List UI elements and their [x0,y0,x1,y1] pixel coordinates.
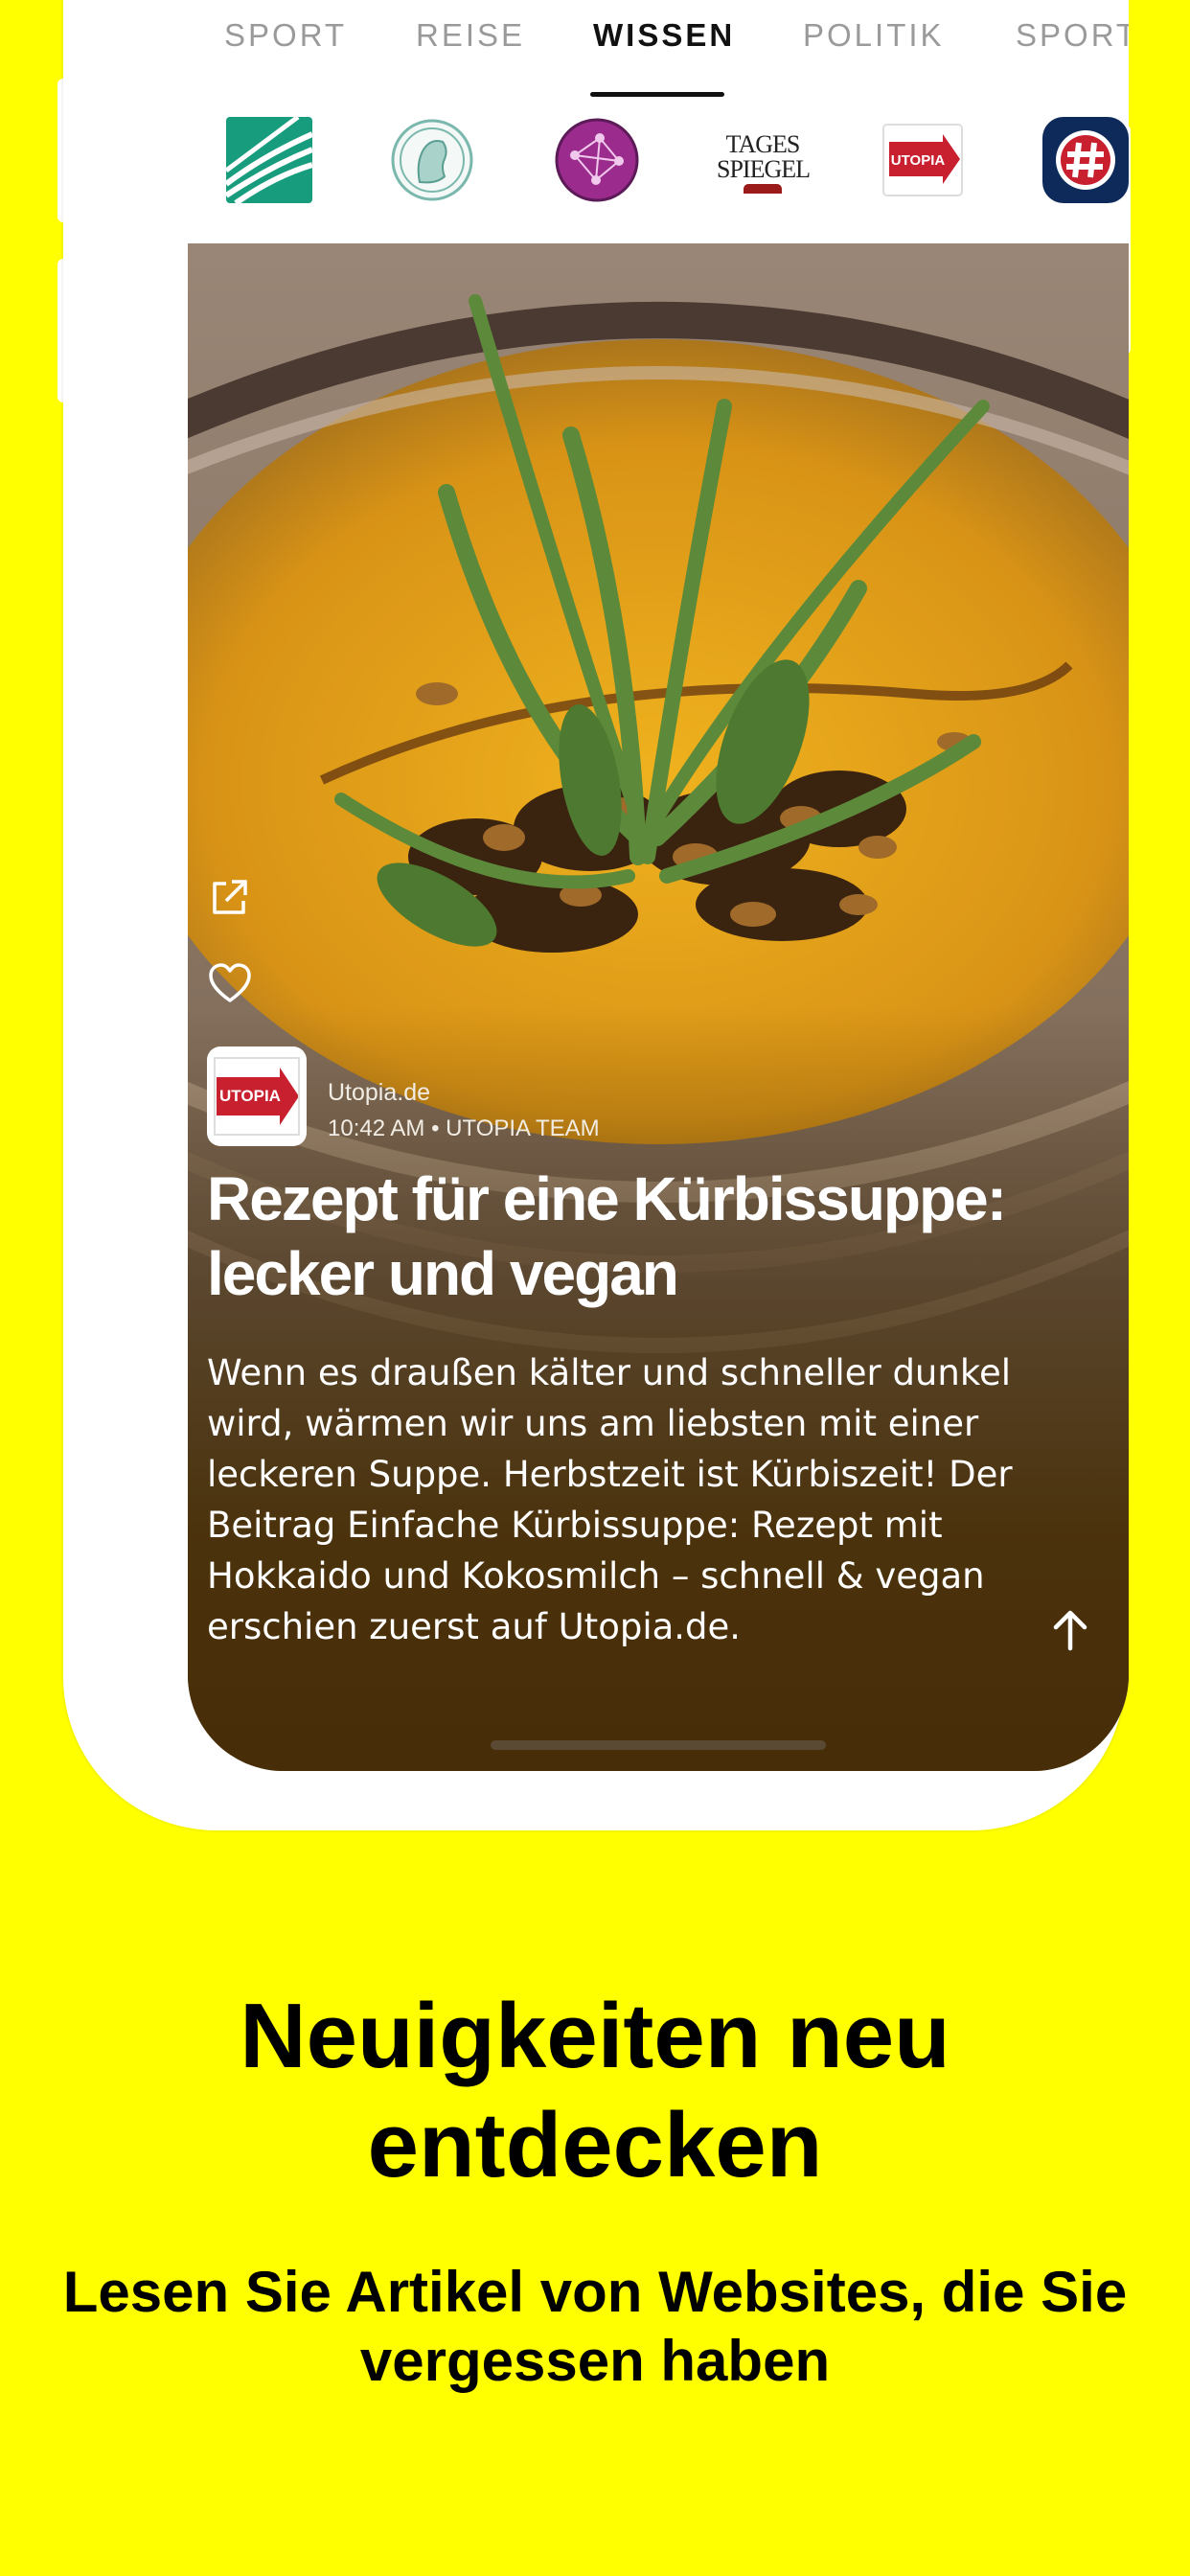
tagesspiegel-logo[interactable]: TAGES SPIEGEL [717,117,811,203]
svg-text:UTOPIA: UTOPIA [891,152,946,169]
source-logo-row: TAGES SPIEGEL UTOPIA [188,113,1129,209]
app-screen: SPORT REISE WISSEN POLITIK SPORT TAGES S… [188,0,1129,1771]
tab-sport[interactable]: SPORT [224,17,347,54]
publisher-logo-text: UTOPIA [219,1087,281,1105]
publisher-logo[interactable]: UTOPIA [207,1046,307,1146]
promo-title: Neuigkeiten neu entdecken [240,1985,950,2196]
tab-politik[interactable]: POLITIK [803,17,945,54]
tab-reise[interactable]: REISE [416,17,525,54]
hashtag-logo-icon[interactable] [1042,117,1129,203]
article-card[interactable]: UTOPIA Utopia.de 10:42 AM • UTOPIA TEAM … [188,243,1129,1771]
article-headline[interactable]: Rezept für eine Kürbissuppe: lecker und … [207,1162,1069,1311]
tagesspiegel-line2: SPIEGEL [717,155,811,183]
category-tabs: SPORT REISE WISSEN POLITIK SPORT [188,0,1129,100]
utopia-logo-icon[interactable]: UTOPIA [880,117,966,203]
active-tab-indicator [590,92,724,97]
article-meta: 10:42 AM • UTOPIA TEAM [328,1116,600,1141]
heart-icon[interactable] [207,960,253,1006]
promo-subtitle: Lesen Sie Artikel von Websites, die Sie … [62,2260,1128,2393]
article-summary: Wenn es draußen kälter und schneller dun… [207,1352,1013,1647]
max-planck-logo-icon[interactable] [389,117,475,203]
tab-sport-2[interactable]: SPORT [1016,17,1129,54]
phone-frame: SPORT REISE WISSEN POLITIK SPORT TAGES S… [63,0,1129,1830]
share-external-icon[interactable] [207,874,253,920]
tagesspiegel-emblem-icon [744,184,782,194]
tab-wissen[interactable]: WISSEN [593,17,735,54]
globe-network-logo-icon[interactable] [554,117,640,203]
fraunhofer-logo-icon[interactable] [226,117,312,203]
arrow-up-icon[interactable] [1046,1606,1094,1654]
home-indicator[interactable] [491,1740,826,1750]
tagesspiegel-line1: TAGES [725,130,801,158]
publisher-name: Utopia.de [328,1079,431,1106]
